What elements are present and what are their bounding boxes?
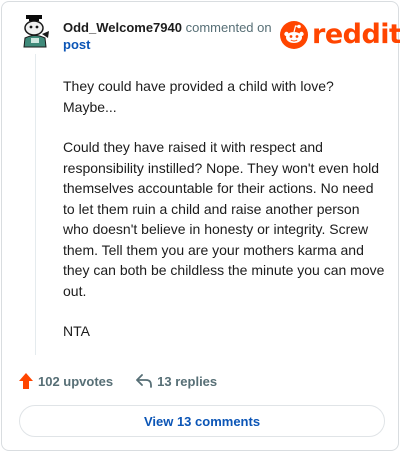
post-link[interactable]: post: [63, 36, 272, 53]
comment-card: Odd_Welcome7940 commented on post reddit…: [1, 1, 400, 451]
reply-count: 13 replies: [157, 373, 218, 389]
username[interactable]: Odd_Welcome7940: [63, 20, 182, 35]
comment-body: They could have provided a child with lo…: [63, 76, 385, 342]
comment-paragraph: NTA: [63, 323, 90, 339]
comment-actions: 102 upvotes 13 replies: [18, 371, 217, 391]
upvote-count: 102 upvotes: [38, 373, 114, 389]
action-text: commented on: [185, 20, 272, 35]
comment-paragraph: Could they have raised it with respect a…: [63, 139, 385, 299]
upvote-button[interactable]: 102 upvotes: [18, 372, 113, 390]
user-avatar-icon[interactable]: [20, 14, 50, 48]
view-comments-button[interactable]: View 13 comments: [19, 405, 385, 437]
upvote-arrow-icon: [19, 373, 33, 389]
comment-header: Odd_Welcome7940 commented on post: [63, 19, 272, 53]
reddit-wordmark: reddit: [312, 19, 400, 50]
thread-line: [35, 54, 36, 355]
replies-button[interactable]: 13 replies: [135, 373, 217, 389]
comment-paragraph: They could have provided a child with lo…: [63, 78, 334, 115]
reply-arrow-icon: [136, 374, 153, 388]
reddit-logo-icon: [280, 21, 308, 49]
reddit-logo[interactable]: reddit: [280, 20, 400, 50]
